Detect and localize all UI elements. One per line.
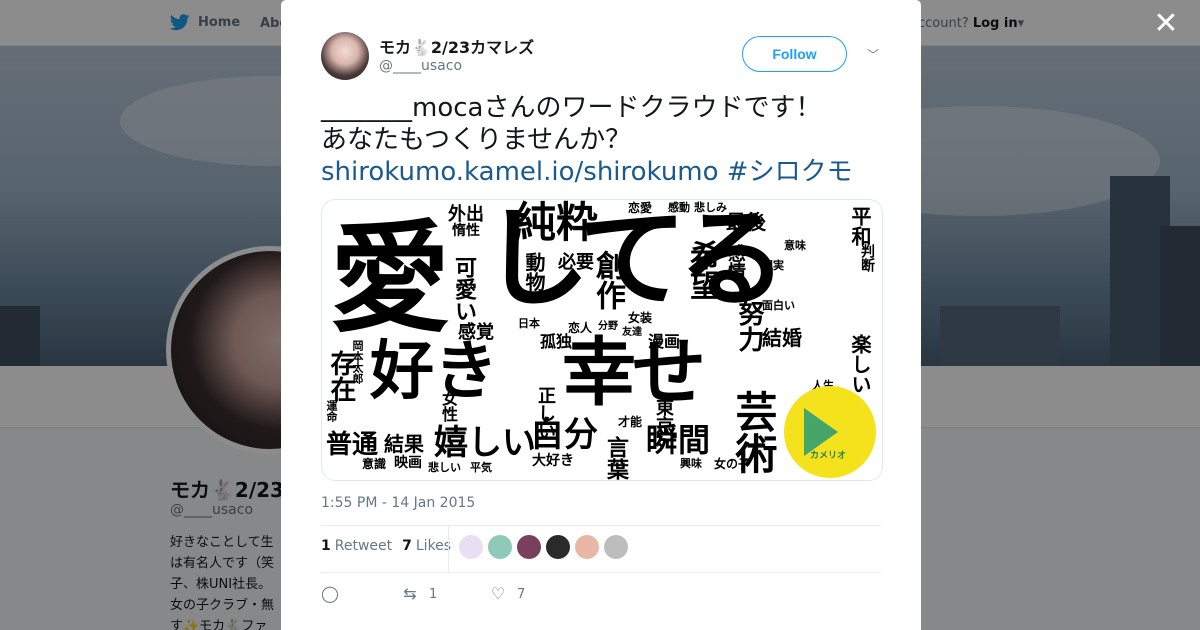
wc-word: 漫画 bbox=[648, 332, 681, 351]
wc-word: 大好き bbox=[532, 453, 574, 469]
wc-word: 分野 bbox=[598, 321, 618, 332]
tweet-line: _______mocaさんのワードクラウドです！ bbox=[321, 93, 822, 123]
wc-word: 才能 bbox=[618, 415, 643, 429]
wc-word: 言葉 bbox=[603, 436, 628, 480]
wc-word: 幸せ bbox=[562, 330, 706, 416]
wc-word: 惰性 bbox=[452, 223, 480, 239]
liker-avatar[interactable] bbox=[575, 535, 599, 559]
wc-word: 最後 bbox=[726, 210, 766, 234]
divider bbox=[321, 572, 881, 573]
tweet-link[interactable]: shirokumo.kamel.io/shirokumo #シロクモ bbox=[321, 156, 881, 188]
liker-avatar[interactable] bbox=[459, 535, 483, 559]
liker-avatar[interactable] bbox=[546, 535, 570, 559]
wc-word: 恋愛 bbox=[628, 201, 653, 215]
wc-word: 嬉しい bbox=[434, 423, 536, 463]
wc-word: 恋人 bbox=[568, 321, 593, 335]
wc-word: 感覚 bbox=[458, 322, 494, 343]
tweet-stats: 1 Retweet 7 Likes bbox=[321, 538, 461, 554]
wc-word: 映画 bbox=[394, 455, 422, 471]
tweet-modal: モカ🐇2/23カマレズ @____usaco Follow ﹀ _______m… bbox=[281, 0, 921, 630]
tweet-timestamp[interactable]: 1:55 PM - 14 Jan 2015 bbox=[321, 495, 475, 511]
follow-button[interactable]: Follow bbox=[742, 36, 847, 72]
wc-word: 面白い bbox=[762, 299, 795, 312]
wc-word: 希望 bbox=[684, 240, 719, 300]
wc-word: 孤独 bbox=[540, 332, 573, 351]
author-name[interactable]: モカ🐇2/23カマレズ bbox=[379, 34, 534, 58]
retweet-count: 1 bbox=[321, 538, 331, 554]
wc-word: 友達 bbox=[622, 327, 642, 338]
wc-word: 必要 bbox=[558, 252, 594, 273]
wc-word: 興味 bbox=[680, 457, 702, 470]
wordcloud-image[interactable]: 愛 してる 純粋 好き 幸せ 嬉しい 自分 芸術 存在 普通 結果 瞬間 希望 … bbox=[321, 199, 883, 481]
wc-word: 創作 bbox=[590, 250, 625, 310]
wc-word: 感動 bbox=[668, 201, 690, 214]
logo-label: カメリオ bbox=[810, 451, 847, 461]
wc-word: 悲しみ bbox=[694, 201, 727, 214]
like-action-count: 7 bbox=[517, 586, 526, 602]
reply-action[interactable]: ◯ bbox=[321, 584, 401, 604]
retweet-action[interactable]: ⇆ 1 bbox=[401, 584, 489, 604]
liker-avatar[interactable] bbox=[488, 535, 512, 559]
author-avatar[interactable] bbox=[321, 32, 369, 80]
retweet-icon: ⇆ bbox=[403, 584, 417, 603]
reply-icon: ◯ bbox=[321, 584, 339, 603]
wc-word: 運命 bbox=[325, 400, 338, 422]
like-action[interactable]: ♡ 7 bbox=[489, 584, 569, 604]
wc-word: 悲しい bbox=[428, 461, 461, 474]
wc-word: 感情 bbox=[725, 244, 746, 280]
wc-word: 普通 bbox=[326, 430, 379, 460]
tweet-line: あなたもつくりませんか？ bbox=[321, 125, 632, 155]
like-stat[interactable]: 7 Likes bbox=[402, 538, 451, 554]
liker-avatar[interactable] bbox=[517, 535, 541, 559]
wc-word: 女性 bbox=[439, 390, 458, 422]
wc-word: 女装 bbox=[628, 311, 653, 325]
liker-avatars bbox=[459, 535, 628, 559]
wc-word: 女の子 bbox=[714, 457, 751, 471]
wc-word: 意味 bbox=[784, 239, 806, 252]
author-handle[interactable]: @____usaco bbox=[379, 58, 462, 74]
wc-word: 正しい bbox=[535, 386, 556, 440]
like-label: Likes bbox=[415, 538, 452, 554]
wc-word: 平気 bbox=[470, 461, 492, 474]
wc-word: 現実 bbox=[762, 259, 784, 272]
retweet-label: Retweet bbox=[334, 538, 393, 554]
close-icon[interactable]: ✕ bbox=[1152, 9, 1180, 39]
retweet-action-count: 1 bbox=[429, 586, 438, 602]
wc-word: 外出 bbox=[448, 204, 484, 225]
wc-word: 楽しい bbox=[848, 334, 872, 394]
wc-word: 愛 bbox=[330, 210, 450, 349]
wc-word: 結果 bbox=[384, 432, 424, 456]
wc-word: 努力 bbox=[734, 300, 764, 352]
retweet-stat[interactable]: 1 Retweet bbox=[321, 538, 392, 554]
wc-word: 東京 bbox=[653, 398, 674, 434]
like-count: 7 bbox=[402, 538, 412, 554]
wc-word: 可愛い bbox=[451, 256, 476, 322]
chevron-down-icon[interactable]: ﹀ bbox=[865, 46, 881, 62]
wc-word: 好き bbox=[370, 335, 498, 409]
liker-avatar[interactable] bbox=[604, 535, 628, 559]
wc-word: 日本 bbox=[518, 317, 540, 330]
wc-word: 岡本太郎 bbox=[351, 340, 364, 384]
heart-icon: ♡ bbox=[490, 584, 506, 603]
wc-word: 動物 bbox=[522, 252, 546, 292]
stats-separator bbox=[448, 526, 449, 572]
wc-word: 判断 bbox=[859, 244, 875, 272]
wc-word: 平和 bbox=[848, 206, 872, 246]
wc-word: 結婚 bbox=[762, 326, 802, 350]
tweet-text: _______mocaさんのワードクラウドです！ あなたもつくりませんか？ sh… bbox=[321, 92, 881, 188]
tweet-actions: ◯ ⇆ 1 ♡ 7 bbox=[321, 584, 569, 604]
kamelio-logo: カメリオ bbox=[784, 386, 876, 478]
wc-word: 意識 bbox=[362, 457, 387, 471]
wc-word: 純粋 bbox=[514, 199, 599, 247]
divider bbox=[321, 525, 881, 526]
